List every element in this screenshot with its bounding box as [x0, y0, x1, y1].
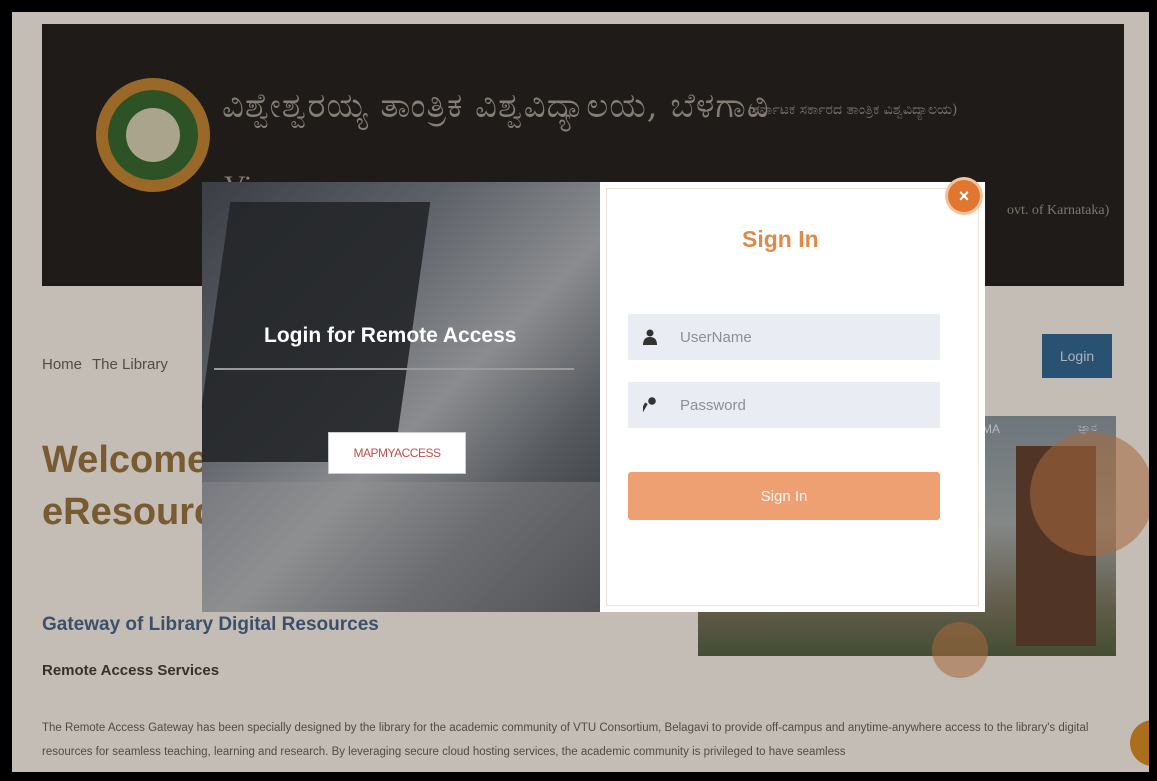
title-divider — [214, 368, 574, 370]
password-field[interactable] — [628, 382, 940, 428]
signin-title: Sign In — [742, 226, 819, 252]
close-icon[interactable]: × — [948, 180, 980, 212]
signin-button[interactable]: Sign In — [628, 472, 940, 520]
password-input[interactable] — [672, 395, 922, 415]
user-icon — [628, 329, 672, 345]
remote-access-title: Login for Remote Access — [264, 324, 517, 347]
modal-image-panel — [202, 182, 600, 612]
key-icon — [628, 397, 672, 413]
username-field[interactable] — [628, 314, 940, 360]
page: ವಿಶ್ವೇಶ್ವರಯ್ಯ ತಾಂತ್ರಿಕ ವಿಶ್ವವಿದ್ಯಾಲಯ, ಬೆ… — [12, 12, 1149, 772]
username-input[interactable] — [672, 327, 922, 347]
mapmyaccess-button[interactable]: MAPMYACCESS — [328, 432, 466, 474]
